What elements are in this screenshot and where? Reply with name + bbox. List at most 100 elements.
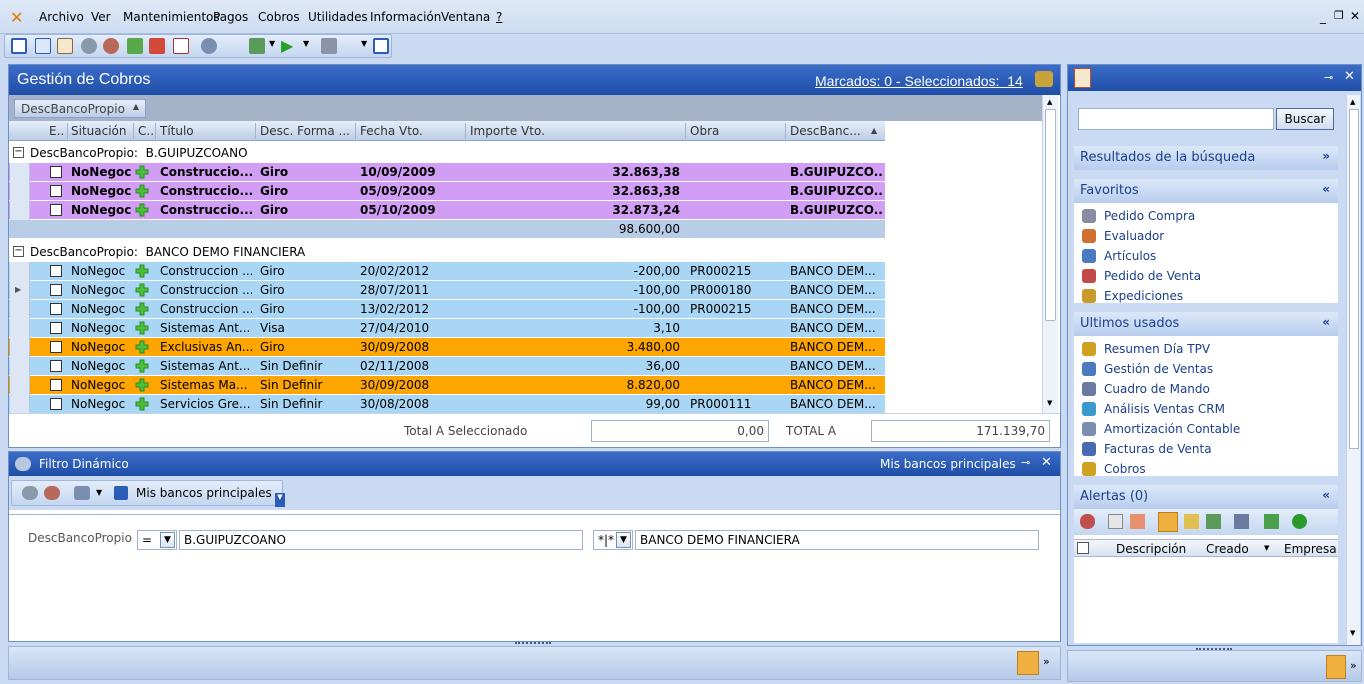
- col-forma[interactable]: Desc. Forma ...: [260, 124, 354, 138]
- collapse-icon[interactable]: «: [1322, 488, 1330, 502]
- table-row[interactable]: NoNegoc Construccio... Giro 05/09/2009 32.86…: [9, 182, 885, 201]
- favorites-header[interactable]: Favoritos «: [1074, 179, 1338, 203]
- play-icon[interactable]: ▶: [281, 38, 297, 54]
- table-row[interactable]: NoNegoc Construccion ... Giro 20/02/2012 -20…: [9, 262, 885, 281]
- chevron-down-icon[interactable]: ▼: [1264, 544, 1269, 552]
- calendar-icon[interactable]: [1184, 514, 1199, 529]
- filter-value-1[interactable]: B.GUIPUZCOANO: [179, 530, 583, 550]
- scroll-up-icon[interactable]: ▲: [1350, 98, 1355, 106]
- clear-filter-icon[interactable]: [74, 486, 90, 500]
- group-row[interactable]: − DescBancoPropio: BANCO DEMO FINANCIERA: [9, 243, 885, 262]
- approve-icon[interactable]: [127, 38, 143, 54]
- refresh-icon[interactable]: [1035, 71, 1053, 87]
- menu-utilidades[interactable]: Utilidades: [308, 10, 368, 24]
- recent-link[interactable]: Resumen Día TPV: [1104, 342, 1210, 356]
- minimize-icon[interactable]: _: [1320, 10, 1326, 24]
- menu-ver[interactable]: Ver: [91, 10, 111, 24]
- alerts-header[interactable]: Alertas (0) «: [1074, 485, 1338, 509]
- table-row[interactable]: NoNegoc Sistemas Ant... Sin Definir 02/11/2…: [9, 357, 885, 376]
- alert-refresh-icon[interactable]: [1080, 514, 1095, 529]
- menu-cobros[interactable]: Cobros: [258, 10, 300, 24]
- recent-header[interactable]: Ultimos usados «: [1074, 312, 1338, 336]
- row-checkbox[interactable]: [50, 360, 62, 372]
- filter-binoculars-icon[interactable]: [44, 486, 60, 500]
- expand-icon[interactable]: »: [1322, 149, 1330, 163]
- scroll-thumb[interactable]: [1045, 109, 1056, 321]
- col-banco[interactable]: DescBanc...: [790, 124, 860, 138]
- favorite-link[interactable]: Evaluador: [1104, 229, 1164, 243]
- refresh-icon[interactable]: [1292, 514, 1307, 529]
- save-icon[interactable]: [114, 486, 128, 500]
- row-selector[interactable]: [10, 338, 30, 357]
- calendar-grid-icon[interactable]: [1158, 512, 1178, 532]
- table-row[interactable]: NoNegoc Sistemas Ma... Sin Definir 30/09/20…: [9, 376, 885, 395]
- filter-value-2[interactable]: BANCO DEMO FINANCIERA: [635, 530, 1039, 550]
- checklist-icon[interactable]: [173, 38, 189, 54]
- results-header[interactable]: Resultados de la búsqueda »: [1074, 146, 1338, 170]
- chevron-down-icon[interactable]: ▼: [160, 532, 175, 548]
- search-binoculars-icon[interactable]: [201, 38, 217, 54]
- mail-reply-icon[interactable]: [1130, 514, 1145, 529]
- menu-ventana[interactable]: Ventana: [441, 10, 490, 24]
- collapse-toggle-icon[interactable]: −: [13, 246, 24, 257]
- grid-scrollbar[interactable]: ▲ ▼: [1042, 95, 1058, 413]
- pin-icon[interactable]: ⊸: [1021, 456, 1030, 469]
- collapse-toggle-icon[interactable]: −: [13, 147, 24, 158]
- close-icon[interactable]: ✕: [1350, 9, 1360, 23]
- group-chip[interactable]: DescBancoPropio ▲: [14, 99, 146, 118]
- menu-pagos[interactable]: Pagos: [213, 10, 248, 24]
- mail-open-icon[interactable]: [1108, 514, 1123, 529]
- document-icon[interactable]: [57, 38, 73, 54]
- scroll-thumb[interactable]: [1349, 109, 1359, 449]
- chevron-down-icon[interactable]: ▼: [269, 39, 275, 48]
- row-selector[interactable]: [10, 300, 30, 319]
- row-checkbox[interactable]: [50, 379, 62, 391]
- row-checkbox[interactable]: [50, 322, 62, 334]
- chevron-down-icon[interactable]: ▼: [303, 39, 309, 48]
- row-selector[interactable]: [10, 395, 30, 413]
- table-row[interactable]: NoNegoc Construccion ... Giro 13/02/2012 -10…: [9, 300, 885, 319]
- recent-link[interactable]: Gestión de Ventas: [1104, 362, 1213, 376]
- row-selector[interactable]: [10, 182, 30, 201]
- collapse-icon[interactable]: «: [1322, 315, 1330, 329]
- col-titulo[interactable]: Título: [160, 124, 250, 138]
- col-fecha[interactable]: Fecha Vto.: [360, 124, 460, 138]
- row-selector[interactable]: [10, 163, 30, 182]
- favorite-link[interactable]: Pedido de Venta: [1104, 269, 1201, 283]
- close-icon[interactable]: ✕: [1041, 455, 1052, 470]
- pdf-icon[interactable]: [149, 38, 165, 54]
- row-checkbox[interactable]: [50, 265, 62, 277]
- recent-link[interactable]: Facturas de Venta: [1104, 442, 1212, 456]
- task-check-icon[interactable]: [1206, 514, 1221, 529]
- table-row[interactable]: NoNegoc Sistemas Ant... Visa 27/04/2010 3,10…: [9, 319, 885, 338]
- sidebar-scrollbar[interactable]: ▲ ▼: [1346, 95, 1360, 645]
- layout-icon[interactable]: [373, 38, 389, 54]
- col-importe[interactable]: Importe Vto.: [470, 124, 590, 138]
- search-button[interactable]: Buscar: [1276, 108, 1334, 130]
- favorite-link[interactable]: Artículos: [1104, 249, 1156, 263]
- binoculars-icon[interactable]: [22, 486, 38, 500]
- menu-help[interactable]: ?: [496, 10, 502, 24]
- row-checkbox[interactable]: [50, 185, 62, 197]
- table-row[interactable]: NoNegoc Construccio... Giro 05/10/2009 32.87…: [9, 201, 885, 220]
- columns-view-icon[interactable]: [35, 38, 51, 54]
- row-selector[interactable]: [10, 319, 30, 338]
- scroll-up-icon[interactable]: ▲: [1047, 98, 1052, 106]
- col-estado[interactable]: E..: [49, 124, 67, 138]
- book-icon[interactable]: [1234, 514, 1249, 529]
- alerts-select-all[interactable]: [1077, 542, 1089, 554]
- recent-link[interactable]: Cuadro de Mando: [1104, 382, 1210, 396]
- row-checkbox[interactable]: [50, 204, 62, 216]
- table-row[interactable]: NoNegoc Construccion ... Giro 28/07/2011 -10…: [9, 281, 885, 300]
- menu-mantenimientos[interactable]: Mantenimientos: [123, 10, 220, 24]
- printer-icon[interactable]: [321, 38, 337, 54]
- row-checkbox[interactable]: [50, 166, 62, 178]
- favorite-link[interactable]: Expediciones: [1104, 289, 1183, 303]
- menu-informacion[interactable]: Información: [370, 10, 441, 24]
- row-selector[interactable]: [10, 262, 30, 281]
- chevron-down-icon[interactable]: ▼: [96, 488, 102, 497]
- scroll-down-icon[interactable]: ▼: [1350, 629, 1355, 637]
- row-selector[interactable]: [10, 201, 30, 220]
- table-row[interactable]: NoNegoc Servicios Gre... Sin Definir 30/08/…: [9, 395, 885, 413]
- filter-binoculars-icon[interactable]: [103, 38, 119, 54]
